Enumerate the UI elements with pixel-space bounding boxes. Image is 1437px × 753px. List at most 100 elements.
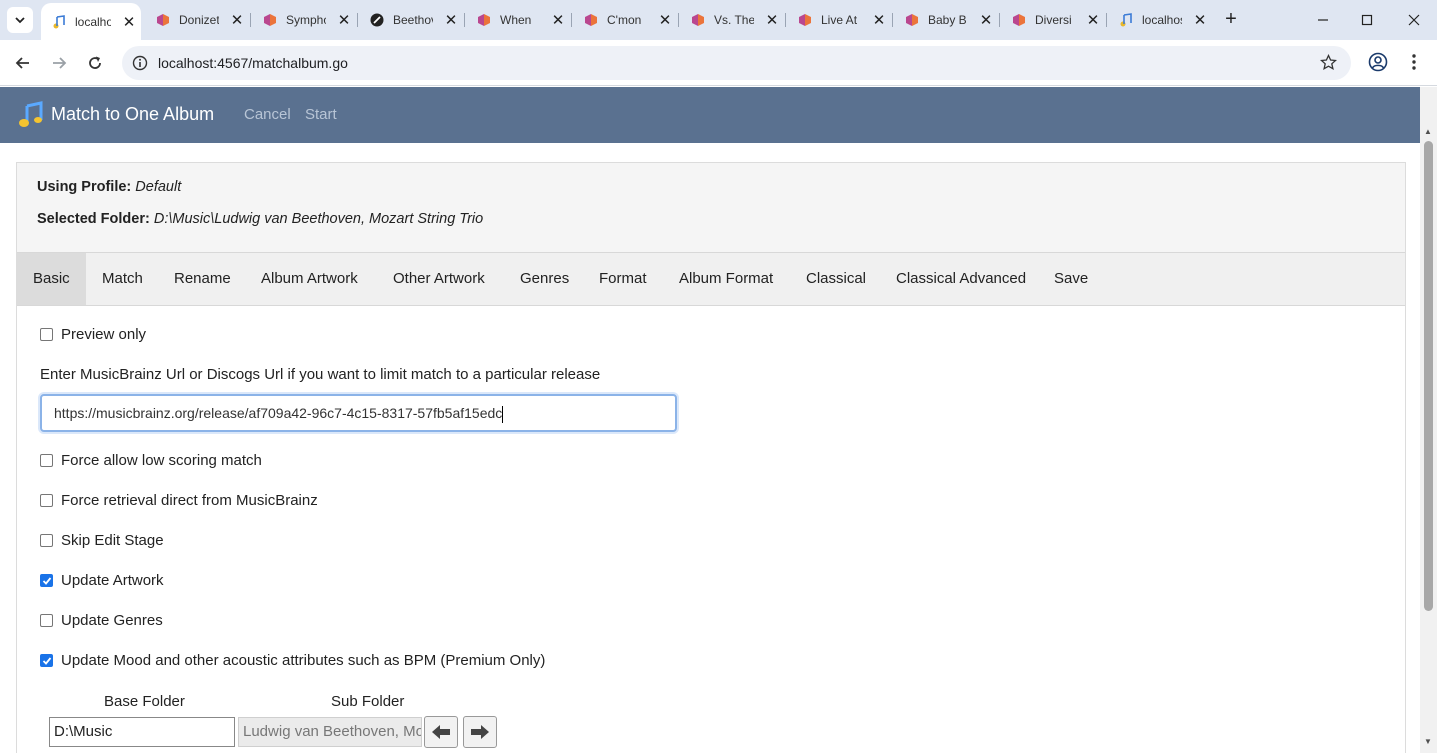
tab-separator [357, 13, 358, 27]
skip-edit-stage-option[interactable]: Skip Edit Stage [40, 532, 164, 549]
preview-only-label: Preview only [61, 326, 147, 343]
profile-label: Using Profile: [37, 179, 132, 195]
kebab-menu-icon[interactable] [1407, 52, 1421, 77]
update-mood-checkbox[interactable] [40, 654, 53, 667]
scroll-up-icon[interactable]: ▲ [1424, 127, 1432, 136]
match-panel: Using Profile: Default Selected Folder: … [16, 162, 1406, 753]
reload-button[interactable] [82, 50, 108, 76]
profile-value: Default [135, 179, 182, 195]
tab-separator [571, 13, 572, 27]
close-tab-icon[interactable]: ✕ [121, 13, 137, 31]
update-artwork-option[interactable]: Update Artwork [40, 572, 164, 589]
close-tab-icon[interactable]: ✕ [978, 11, 994, 29]
cancel-button[interactable]: Cancel [244, 106, 291, 123]
close-tab-icon[interactable]: ✕ [1085, 11, 1101, 29]
chevron-down-icon [15, 17, 25, 24]
option-label: Force allow low scoring match [61, 452, 262, 469]
browser-tab-6[interactable]: Vs. The ✕ [680, 6, 782, 34]
tab-match[interactable]: Match [86, 253, 159, 305]
tab-title: When [500, 13, 532, 27]
preview-only-checkbox[interactable] [40, 328, 53, 341]
back-button[interactable] [10, 50, 36, 76]
option-label: Update Genres [61, 612, 163, 629]
option-label: Update Mood and other acoustic attribute… [61, 652, 546, 669]
close-tab-icon[interactable]: ✕ [229, 11, 245, 29]
force-low-score-option[interactable]: Force allow low scoring match [40, 452, 262, 469]
close-window-button[interactable] [1394, 8, 1434, 32]
scroll-down-icon[interactable]: ▼ [1424, 737, 1432, 746]
force-musicbrainz-option[interactable]: Force retrieval direct from MusicBrainz [40, 492, 318, 509]
folder-info: Selected Folder: D:\Music\Ludwig van Bee… [37, 211, 483, 227]
option-label: Force retrieval direct from MusicBrainz [61, 492, 318, 509]
maximize-window-button[interactable] [1347, 8, 1387, 32]
browser-tab-4[interactable]: When ✕ [466, 6, 568, 34]
musicbrainz-icon [262, 12, 278, 28]
close-tab-icon[interactable]: ✕ [336, 11, 352, 29]
browser-tab-1[interactable]: Donizetti ✕ [145, 6, 247, 34]
browser-tab-strip: localhost ✕ Donizetti ✕ Symphony ✕ Beeth… [0, 0, 1437, 40]
update-genres-option[interactable]: Update Genres [40, 612, 163, 629]
maximize-icon [1361, 14, 1373, 26]
musicbrainz-icon [476, 12, 492, 28]
tab-separator [999, 13, 1000, 27]
tab-separator [785, 13, 786, 27]
update-mood-option[interactable]: Update Mood and other acoustic attribute… [40, 652, 545, 669]
browser-tab-8[interactable]: Baby B ✕ [894, 6, 996, 34]
page-scrollbar[interactable]: ▲ ▼ [1420, 87, 1437, 753]
force-low-score-checkbox[interactable] [40, 454, 53, 467]
address-bar[interactable]: localhost:4567/matchalbum.go [122, 46, 1351, 80]
base-folder-input[interactable]: D:\Music [49, 717, 235, 747]
update-genres-checkbox[interactable] [40, 614, 53, 627]
tab-save[interactable]: Save [1038, 253, 1104, 305]
browser-tab-10[interactable]: localhost ✕ [1108, 6, 1210, 34]
browser-toolbar: localhost:4567/matchalbum.go [0, 40, 1437, 86]
browser-tab-9[interactable]: Diversi ✕ [1001, 6, 1103, 34]
scrollbar-thumb[interactable] [1424, 141, 1433, 611]
bookmark-star-icon[interactable] [1319, 53, 1338, 76]
tab-album-format[interactable]: Album Format [663, 253, 789, 305]
tab-classical-advanced[interactable]: Classical Advanced [880, 253, 1042, 305]
close-tab-icon[interactable]: ✕ [443, 11, 459, 29]
close-tab-icon[interactable]: ✕ [550, 11, 566, 29]
forward-button[interactable] [46, 50, 72, 76]
tab-basic[interactable]: Basic [17, 253, 86, 305]
browser-tab-5[interactable]: C'mon ✕ [573, 6, 675, 34]
move-left-button[interactable] [424, 716, 458, 748]
update-artwork-checkbox[interactable] [40, 574, 53, 587]
tab-search-button[interactable] [7, 7, 33, 33]
tab-album-artwork[interactable]: Album Artwork [245, 253, 374, 305]
close-icon [1408, 14, 1420, 26]
reload-icon [89, 56, 101, 69]
option-label: Skip Edit Stage [61, 532, 164, 549]
release-url-input[interactable]: https://musicbrainz.org/release/af709a42… [40, 394, 677, 432]
new-tab-button[interactable]: + [1219, 8, 1243, 31]
musicbrainz-icon [904, 12, 920, 28]
close-tab-icon[interactable]: ✕ [871, 11, 887, 29]
tab-genres[interactable]: Genres [504, 253, 585, 305]
tab-separator [464, 13, 465, 27]
force-musicbrainz-checkbox[interactable] [40, 494, 53, 507]
tab-format[interactable]: Format [583, 253, 663, 305]
browser-tab-3[interactable]: Beethoven ✕ [359, 6, 461, 34]
tab-title: Diversi [1035, 13, 1072, 27]
release-url-value: https://musicbrainz.org/release/af709a42… [54, 405, 503, 421]
skip-edit-stage-checkbox[interactable] [40, 534, 53, 547]
move-right-button[interactable] [463, 716, 497, 748]
tab-other-artwork[interactable]: Other Artwork [377, 253, 501, 305]
start-button[interactable]: Start [305, 106, 337, 123]
arrow-left-icon [15, 57, 29, 69]
minimize-window-button[interactable] [1303, 8, 1343, 32]
close-tab-icon[interactable]: ✕ [657, 11, 673, 29]
browser-tab-7[interactable]: Live At ✕ [787, 6, 889, 34]
preview-only-option[interactable]: Preview only [40, 326, 146, 343]
tab-title: Donizetti [179, 13, 219, 27]
close-tab-icon[interactable]: ✕ [1192, 11, 1208, 29]
site-info-icon[interactable] [132, 55, 148, 76]
browser-tab-0[interactable]: localhost ✕ [41, 3, 141, 40]
profile-icon[interactable] [1368, 52, 1388, 77]
tab-rename[interactable]: Rename [158, 253, 247, 305]
browser-tab-2[interactable]: Symphony ✕ [252, 6, 354, 34]
tab-classical[interactable]: Classical [790, 253, 882, 305]
tab-title: Live At [821, 13, 858, 27]
close-tab-icon[interactable]: ✕ [764, 11, 780, 29]
